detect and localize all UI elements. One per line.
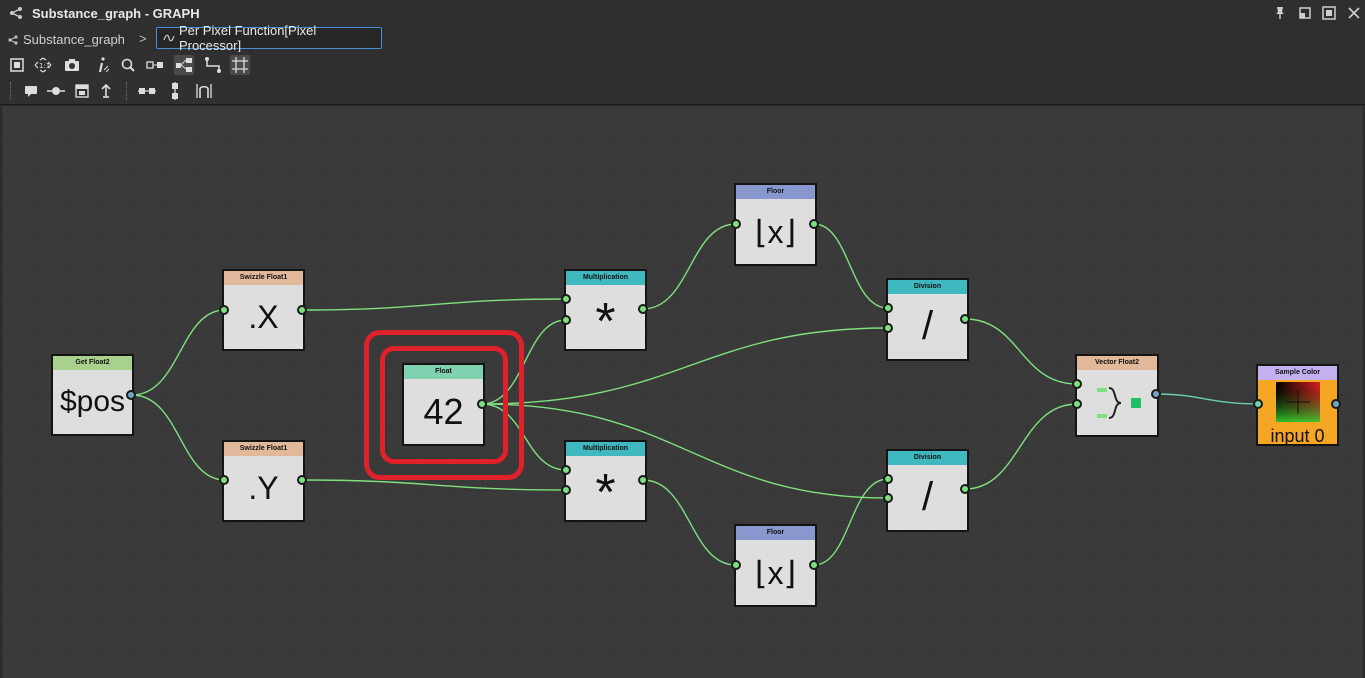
node-swizzle-y[interactable]: Swizzle Float1 .Y (222, 440, 305, 522)
output-port[interactable] (297, 305, 307, 315)
wire-pos-to-swizzley (131, 394, 226, 481)
input-port[interactable] (883, 303, 893, 313)
node-header: Float (404, 365, 483, 379)
node-value: / (921, 304, 934, 348)
node-vector-float2[interactable]: Vector Float2 (1075, 354, 1159, 437)
node-value: * (595, 464, 616, 522)
output-port[interactable] (960, 484, 970, 494)
node-float[interactable]: Float 42 (402, 363, 485, 446)
output-port[interactable] (638, 475, 648, 485)
node-value: ⌊x⌋ (755, 213, 796, 250)
wire-floortop-to-divtop (813, 223, 889, 309)
node-multiplication-top[interactable]: Multiplication * (564, 269, 647, 351)
vector-combine-icon (1097, 386, 1141, 419)
wire-float-to-divbottom (481, 403, 889, 499)
wire-floorbottom-to-divbottom (813, 478, 889, 566)
output-port[interactable] (809, 219, 819, 229)
output-port[interactable] (638, 304, 648, 314)
node-get-float2[interactable]: Get Float2 $pos (51, 354, 134, 436)
wire-vector-to-sample (1155, 393, 1260, 405)
wire-pos-to-swizzlex (131, 309, 226, 396)
node-header: Division (888, 280, 967, 294)
node-header: Division (888, 451, 967, 465)
node-header: Sample Color (1258, 366, 1337, 380)
input-port[interactable] (561, 294, 571, 304)
node-value: $pos (59, 385, 126, 418)
node-division-top[interactable]: Division / (886, 278, 969, 361)
wire-multbottom-to-floorbottom (642, 479, 737, 566)
node-header: Floor (736, 526, 815, 540)
input-port[interactable] (561, 315, 571, 325)
node-value: / (921, 475, 934, 519)
node-value: ⌊x⌋ (755, 554, 796, 591)
wire-swizzley-to-mult (301, 479, 567, 491)
input-port[interactable] (1072, 399, 1082, 409)
output-port[interactable] (126, 390, 136, 400)
node-value: .Y (248, 469, 279, 506)
wire-divbottom-to-vector (964, 403, 1078, 490)
wire-swizzlex-to-mult (301, 298, 567, 311)
output-port[interactable] (960, 314, 970, 324)
node-value: .X (248, 298, 279, 335)
node-division-bottom[interactable]: Division / (886, 449, 969, 532)
output-port[interactable] (1331, 399, 1341, 409)
output-port[interactable] (297, 475, 307, 485)
node-header: Get Float2 (53, 356, 132, 370)
output-port[interactable] (477, 399, 487, 409)
node-header: Vector Float2 (1077, 356, 1157, 370)
node-header: Multiplication (566, 442, 645, 456)
node-header: Swizzle Float1 (224, 442, 303, 456)
input-port[interactable] (561, 485, 571, 495)
wire-multtop-to-floortop (642, 223, 737, 310)
wires (131, 223, 1260, 566)
node-input-label: input 0 (1270, 426, 1325, 446)
wire-float-to-divtop (481, 327, 889, 405)
node-header: Swizzle Float1 (224, 271, 303, 285)
node-value (1077, 370, 1157, 435)
output-port[interactable] (1151, 389, 1161, 399)
input-port[interactable] (561, 465, 571, 475)
input-port[interactable] (883, 323, 893, 333)
node-sample-color[interactable]: Sample Color input 0 (1256, 364, 1339, 446)
input-port[interactable] (219, 475, 229, 485)
node-floor-bottom[interactable]: Floor ⌊x⌋ (734, 524, 817, 607)
input-port[interactable] (883, 474, 893, 484)
input-port[interactable] (1253, 399, 1263, 409)
input-port[interactable] (731, 219, 741, 229)
node-header: Multiplication (566, 271, 645, 285)
color-map-icon (1275, 382, 1320, 422)
input-port[interactable] (883, 493, 893, 503)
node-value: 42 (423, 390, 464, 432)
output-port[interactable] (809, 560, 819, 570)
node-floor-top[interactable]: Floor ⌊x⌋ (734, 183, 817, 266)
node-header: Floor (736, 185, 815, 199)
node-value: * (595, 293, 616, 351)
wire-divtop-to-vector (964, 318, 1078, 385)
input-port[interactable] (219, 305, 229, 315)
node-multiplication-bottom[interactable]: Multiplication * (564, 440, 647, 522)
app-window: Substance_graph - GRAPH Substance_graph … (0, 0, 1365, 678)
node-swizzle-x[interactable]: Swizzle Float1 .X (222, 269, 305, 351)
input-port[interactable] (1072, 379, 1082, 389)
input-port[interactable] (731, 560, 741, 570)
